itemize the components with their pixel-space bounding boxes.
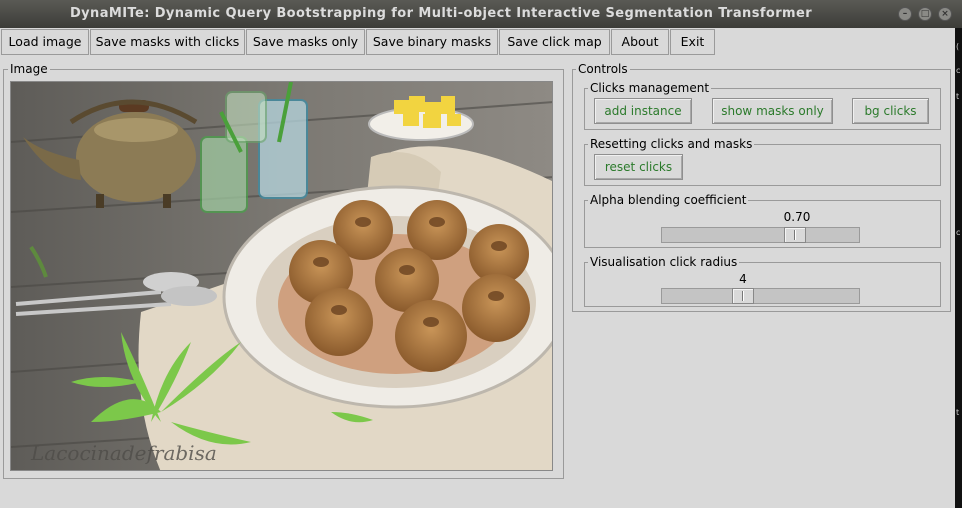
window-title: DynaMITe: Dynamic Query Bootstrapping fo… [69, 6, 813, 21]
reset-clicks-button[interactable]: reset clicks [594, 154, 683, 180]
show-masks-only-button[interactable]: show masks only [712, 98, 833, 124]
save-masks-only-button[interactable]: Save masks only [246, 29, 365, 55]
alpha-slider-thumb[interactable] [784, 227, 806, 243]
resetting-label: Resetting clicks and masks [588, 137, 755, 151]
clicks-management-label: Clicks management [588, 81, 712, 95]
click-radius-slider-thumb[interactable] [732, 288, 754, 304]
click-radius-label: Visualisation click radius [588, 255, 740, 269]
minimize-icon[interactable]: – [898, 7, 912, 21]
menu-bar: Load image Save masks with clicks Save m… [0, 28, 962, 56]
image-canvas[interactable]: Lacocinadefrabisa [10, 81, 553, 471]
image-frame-label: Image [8, 62, 50, 76]
about-button[interactable]: About [611, 29, 669, 55]
window-titlebar: DynaMITe: Dynamic Query Bootstrapping fo… [0, 0, 962, 28]
add-instance-button[interactable]: add instance [594, 98, 692, 124]
maximize-icon[interactable]: □ [918, 7, 932, 21]
alpha-slider[interactable] [661, 227, 860, 243]
food-photo: Lacocinadefrabisa [11, 82, 552, 470]
background-window-edge: (c t c t [955, 28, 962, 508]
exit-button[interactable]: Exit [670, 29, 715, 55]
save-masks-with-clicks-button[interactable]: Save masks with clicks [90, 29, 245, 55]
save-binary-masks-button[interactable]: Save binary masks [366, 29, 498, 55]
bg-clicks-button[interactable]: bg clicks [852, 98, 929, 124]
click-radius-slider[interactable] [661, 288, 860, 304]
close-icon[interactable]: × [938, 7, 952, 21]
save-click-map-button[interactable]: Save click map [499, 29, 610, 55]
alpha-value: 0.70 [783, 210, 811, 224]
click-radius-value: 4 [739, 272, 747, 286]
controls-frame-label: Controls [576, 62, 630, 76]
watermark-text: Lacocinadefrabisa [30, 441, 217, 465]
load-image-button[interactable]: Load image [1, 29, 89, 55]
alpha-label: Alpha blending coefficient [588, 193, 749, 207]
